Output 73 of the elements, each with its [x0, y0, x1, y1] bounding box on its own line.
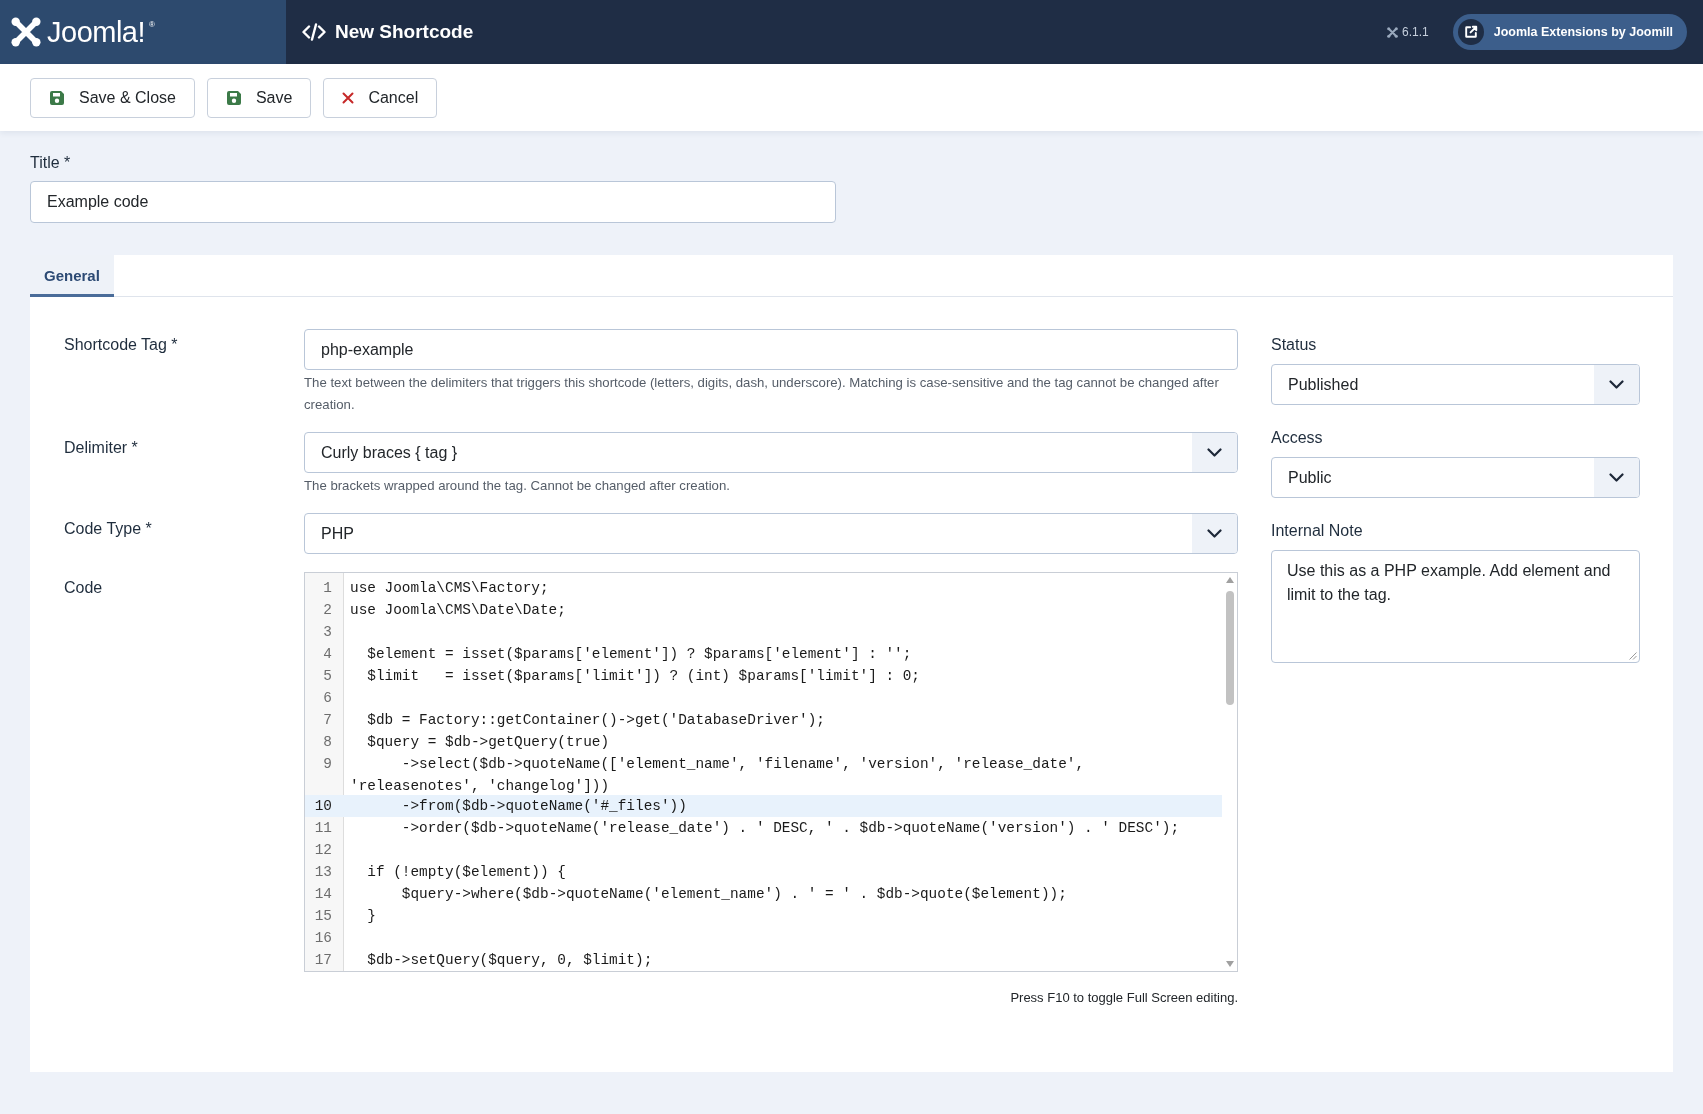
save-icon: [225, 89, 242, 106]
help-text: The brackets wrapped around the tag. Cannot be changed after creation.: [304, 477, 731, 495]
line-number: 13: [314, 863, 332, 882]
field-label: Internal Note: [1271, 521, 1363, 541]
code-line: $db = Factory::getContainer()->get('DatabaseDriver');: [366, 711, 825, 730]
line-number: 2: [323, 601, 332, 620]
code-line: $query = $db->getQuery(true): [366, 733, 610, 752]
line-number: 11: [314, 819, 332, 838]
code-line: ->select($db->quoteName(['element_name', 'filename', 'version', 'release_date', 'releasenotes', 'changelog'])): [350, 755, 1086, 796]
field-label: Code Type *: [64, 519, 152, 539]
scroll-down-arrow-icon[interactable]: [1225, 961, 1234, 967]
select-dropdown[interactable]: Published: [1271, 364, 1640, 405]
chevron-down-icon: [1609, 473, 1624, 482]
note-textarea[interactable]: Use this as a PHP example. Add element and limit to the tag.: [1271, 550, 1640, 663]
select-dropdown[interactable]: PHP: [304, 513, 1238, 554]
field-label: Title *: [30, 153, 71, 173]
help-text: Press F10 to toggle Full Screen editing.: [1010, 989, 1238, 1007]
line-number: 6: [323, 689, 332, 708]
code-line: use Joomla\CMS\Factory;: [350, 579, 549, 598]
title-input[interactable]: Example code: [30, 181, 836, 223]
field-label: Code: [64, 578, 103, 598]
save-icon: [49, 89, 65, 106]
line-number: 3: [323, 623, 332, 642]
line-number: 16: [314, 929, 332, 948]
extensions-link-button[interactable]: Joomla Extensions by Joomill: [1452, 14, 1687, 50]
line-number: 10: [314, 797, 332, 816]
cancel-button[interactable]: Cancel: [323, 77, 438, 118]
line-number: 9: [323, 755, 332, 774]
scroll-up-arrow-icon[interactable]: [1225, 577, 1234, 583]
chevron-down-icon: [1207, 529, 1222, 538]
code-editor[interactable]: [304, 572, 1238, 972]
code-line: if (!empty($element)) {: [366, 863, 566, 882]
code-line: ->from($db->quoteName('#_files')): [400, 797, 687, 816]
field-label: Shortcode Tag *: [64, 335, 178, 355]
field-label: Status: [1271, 335, 1317, 355]
code-line: }: [366, 907, 376, 926]
code-line: $query->where($db->quoteName('element_name') . ' = ' . $db->quote($element));: [400, 885, 1067, 904]
code-line: ->order($db->quoteName('release_date') . ' DESC, ' . $db->quoteName('version') . ' DESC');: [400, 819, 1180, 838]
line-number: 15: [314, 907, 332, 926]
code-line: use Joomla\CMS\Date\Date;: [350, 601, 566, 620]
field-label: Delimiter *: [64, 438, 138, 458]
code-line: $element = isset($params['element']) ? $params['element'] : '';: [366, 645, 912, 664]
chevron-down-icon: [1609, 380, 1624, 389]
resize-grip-icon[interactable]: [1629, 652, 1637, 660]
line-number: 7: [323, 711, 332, 730]
line-number: 14: [314, 885, 332, 904]
code-line: $db->setQuery($query, 0, $limit);: [366, 951, 653, 970]
logo-icon: [11, 17, 41, 47]
line-number: 12: [314, 841, 332, 860]
logo-text: Joomla!: [47, 17, 146, 47]
code-line: $limit = isset($params['limit']) ? (int) $params['limit'] : 0;: [366, 667, 920, 686]
text-input[interactable]: php-example: [304, 329, 1238, 370]
line-number: 17: [314, 951, 332, 970]
version-text: 6.1.1: [1402, 24, 1429, 41]
save-button[interactable]: Save: [206, 77, 312, 118]
line-number: 8: [323, 733, 332, 752]
scrollbar-thumb[interactable]: [1225, 591, 1234, 705]
registered-mark: ®: [149, 21, 155, 29]
line-number: 5: [323, 667, 332, 686]
logo-icon: [1387, 26, 1399, 38]
page-title: New Shortcode: [335, 19, 474, 44]
external-link-icon: [1457, 19, 1484, 45]
save-button[interactable]: Save & Close: [30, 77, 195, 118]
line-number: 1: [323, 579, 332, 598]
close-icon: [342, 91, 355, 104]
chevron-down-icon: [1207, 448, 1222, 457]
line-number: 4: [323, 645, 332, 664]
field-label: Access: [1271, 428, 1323, 448]
tab[interactable]: General: [30, 255, 114, 297]
help-text: The text between the delimiters that triggers this shortcode (letters, digits, dash, underscore). Matching is case-sensitive and the tag cannot be changed after creation.: [304, 374, 1220, 414]
select-dropdown[interactable]: Public: [1271, 457, 1640, 498]
select-dropdown[interactable]: Curly braces { tag }: [304, 432, 1238, 473]
code-icon: [302, 23, 326, 41]
